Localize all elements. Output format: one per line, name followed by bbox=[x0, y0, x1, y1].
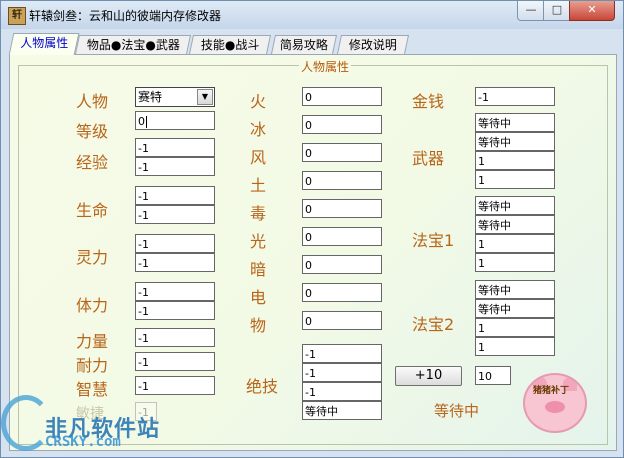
money-input[interactable]: -1 bbox=[475, 87, 555, 106]
treasure1-input-2[interactable]: 等待中 bbox=[475, 215, 555, 234]
element-label-fire: 火 bbox=[250, 92, 267, 111]
element-label-light: 光 bbox=[250, 232, 267, 251]
tab-guide[interactable]: 简易攻略 bbox=[270, 35, 338, 54]
exp-label: 经验 bbox=[76, 153, 109, 172]
exp-next-input[interactable]: -1 bbox=[135, 157, 215, 176]
close-button[interactable]: ✕ bbox=[569, 1, 615, 21]
element-label-physical: 物 bbox=[250, 316, 267, 335]
treasure1-input-4[interactable]: 1 bbox=[475, 253, 555, 272]
weapon-input-3[interactable]: 1 bbox=[475, 151, 555, 170]
element-input-ice[interactable]: 0 bbox=[302, 115, 382, 134]
spirit-max-input[interactable]: -1 bbox=[135, 253, 215, 272]
element-label-ice: 冰 bbox=[250, 120, 267, 139]
group-title: 人物属性 bbox=[299, 58, 352, 75]
treasure1-input-1[interactable]: 等待中 bbox=[475, 196, 555, 215]
character-select-value: 赛特 bbox=[138, 90, 163, 104]
tab-items[interactable]: 物品●法宝●武器 bbox=[74, 35, 192, 54]
life-current-input[interactable]: -1 bbox=[135, 186, 215, 205]
pig-mascot-icon: 猪猪补丁 bbox=[523, 373, 587, 433]
level-input[interactable]: 0 bbox=[135, 111, 215, 130]
strength-label: 力量 bbox=[76, 332, 109, 351]
skill-input-1[interactable]: -1 bbox=[302, 344, 382, 363]
treasure2-label: 法宝2 bbox=[412, 315, 455, 334]
element-label-earth: 土 bbox=[250, 176, 267, 195]
status-text: 等待中 bbox=[434, 402, 480, 420]
plus-amount-input[interactable]: 10 bbox=[475, 366, 511, 385]
treasure1-label: 法宝1 bbox=[412, 231, 455, 250]
name-label: 人物 bbox=[76, 92, 109, 111]
treasure2-input-2[interactable]: 等待中 bbox=[475, 299, 555, 318]
element-input-light[interactable]: 0 bbox=[302, 227, 382, 246]
wisdom-input[interactable]: -1 bbox=[135, 376, 215, 395]
weapon-input-4[interactable]: 1 bbox=[475, 170, 555, 189]
treasure2-input-1[interactable]: 等待中 bbox=[475, 280, 555, 299]
watermark-logo-icon bbox=[1, 395, 51, 451]
skill-input-4[interactable]: 等待中 bbox=[302, 401, 382, 420]
element-label-thunder: 电 bbox=[250, 288, 267, 307]
element-label-poison: 毒 bbox=[250, 204, 267, 223]
spirit-label: 灵力 bbox=[76, 248, 109, 267]
stamina-max-input[interactable]: -1 bbox=[135, 301, 215, 320]
life-max-input[interactable]: -1 bbox=[135, 205, 215, 224]
tab-skills[interactable]: 技能●战斗 bbox=[188, 35, 272, 54]
app-icon: 轩 bbox=[8, 7, 26, 25]
stamina-label: 体力 bbox=[76, 296, 109, 315]
element-input-wind[interactable]: 0 bbox=[302, 143, 382, 162]
endurance-input[interactable]: -1 bbox=[135, 352, 215, 371]
element-label-dark: 暗 bbox=[250, 260, 267, 279]
weapon-label: 武器 bbox=[412, 149, 445, 168]
element-input-dark[interactable]: 0 bbox=[302, 255, 382, 274]
chevron-down-icon[interactable]: ▼ bbox=[197, 89, 213, 105]
treasure1-input-3[interactable]: 1 bbox=[475, 234, 555, 253]
endurance-label: 耐力 bbox=[76, 356, 109, 375]
watermark-url: CRSKY.com bbox=[45, 434, 121, 450]
weapon-input-1[interactable]: 等待中 bbox=[475, 113, 555, 132]
tab-strip: 人物属性 物品●法宝●武器 技能●战斗 简易攻略 修改说明 bbox=[8, 33, 615, 55]
treasure2-input-3[interactable]: 1 bbox=[475, 318, 555, 337]
element-input-thunder[interactable]: 0 bbox=[302, 283, 382, 302]
skill-input-3[interactable]: -1 bbox=[302, 382, 382, 401]
element-input-fire[interactable]: 0 bbox=[302, 87, 382, 106]
minimize-button[interactable]: — bbox=[517, 1, 545, 21]
element-input-physical[interactable]: 0 bbox=[302, 311, 382, 330]
stamina-current-input[interactable]: -1 bbox=[135, 282, 215, 301]
life-label: 生命 bbox=[76, 201, 109, 220]
mascot-text: 猪猪补丁 bbox=[533, 386, 570, 396]
spirit-current-input[interactable]: -1 bbox=[135, 234, 215, 253]
element-label-wind: 风 bbox=[250, 148, 267, 167]
tab-character[interactable]: 人物属性 bbox=[8, 33, 80, 55]
plus-ten-button[interactable]: +10 bbox=[395, 366, 462, 386]
character-select[interactable]: 赛特 ▼ bbox=[135, 87, 215, 107]
level-label: 等级 bbox=[76, 122, 109, 141]
strength-input[interactable]: -1 bbox=[135, 328, 215, 347]
app-window: 轩 轩辕剑叁：云和山的彼端内存修改器 — □ ✕ 人物属性 物品●法宝●武器 技… bbox=[0, 0, 624, 458]
treasure2-input-4[interactable]: 1 bbox=[475, 337, 555, 356]
title-bar: 轩 轩辕剑叁：云和山的彼端内存修改器 — □ ✕ bbox=[1, 1, 623, 29]
skill-input-2[interactable]: -1 bbox=[302, 363, 382, 382]
window-title: 轩辕剑叁：云和山的彼端内存修改器 bbox=[29, 9, 222, 23]
wisdom-label: 智慧 bbox=[76, 380, 109, 399]
element-input-poison[interactable]: 0 bbox=[302, 199, 382, 218]
maximize-button[interactable]: □ bbox=[543, 1, 571, 21]
element-input-earth[interactable]: 0 bbox=[302, 171, 382, 190]
weapon-input-2[interactable]: 等待中 bbox=[475, 132, 555, 151]
pig-snout-icon bbox=[545, 401, 565, 413]
skill-label: 绝技 bbox=[246, 377, 279, 396]
tab-help[interactable]: 修改说明 bbox=[336, 35, 410, 54]
exp-current-input[interactable]: -1 bbox=[135, 138, 215, 157]
money-label: 金钱 bbox=[412, 92, 445, 111]
